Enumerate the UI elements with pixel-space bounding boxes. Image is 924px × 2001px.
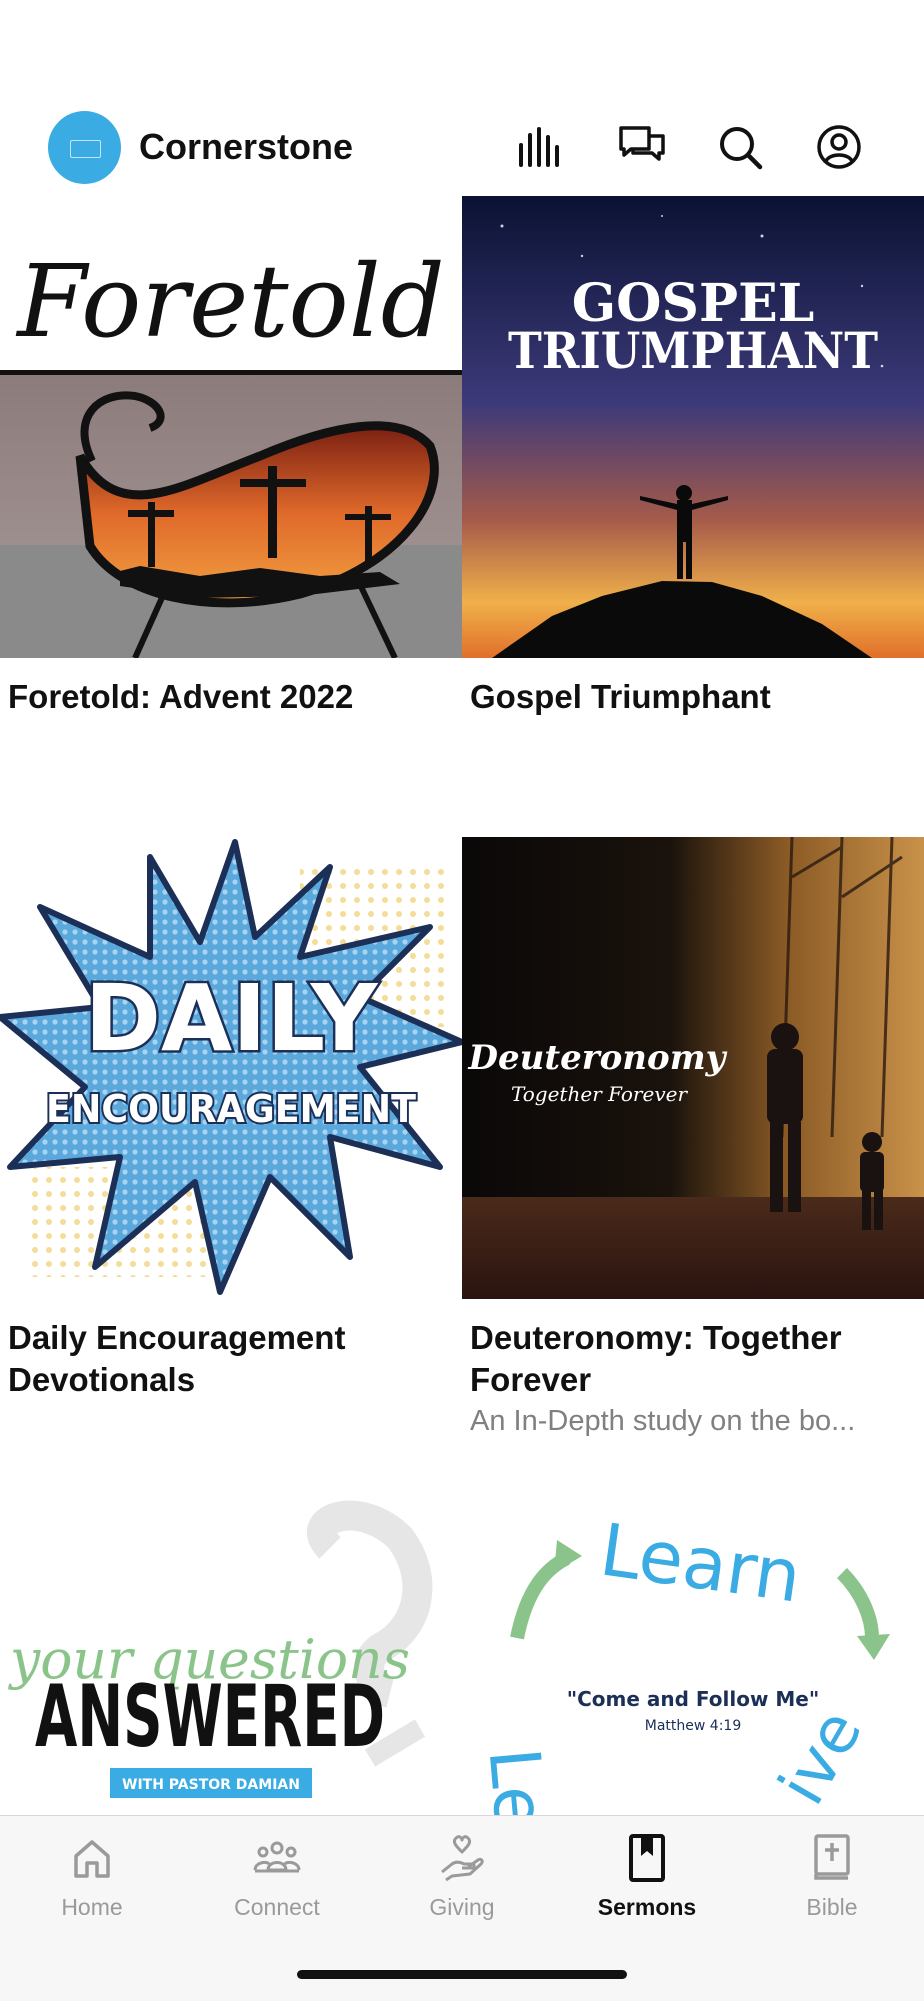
art-text-together-forever: Together Forever — [511, 1082, 688, 1106]
tab-label: Connect — [234, 1894, 320, 1920]
tab-giving[interactable]: Giving — [370, 1816, 554, 1946]
art-text-daily: DAILY — [85, 965, 379, 1072]
art-text-encouragement: ENCOURAGEMENT — [46, 1087, 416, 1131]
art-text-reference: Matthew 4:19 — [645, 1718, 741, 1734]
tab-bible[interactable]: Bible — [740, 1816, 924, 1946]
tab-connect[interactable]: Connect — [185, 1816, 369, 1946]
art-text-quote: "Come and Follow Me" — [567, 1687, 820, 1711]
art-text-answered: ANSWERED — [35, 1667, 385, 1767]
tab-label: Home — [61, 1894, 123, 1920]
church-logo[interactable] — [48, 111, 121, 184]
series-artwork[interactable]: Deuteronomy Together Forever — [462, 837, 924, 1299]
series-artwork[interactable]: GOSPEL TRIUMPHANT — [462, 196, 924, 658]
art-text-deuteronomy: Deuteronomy — [468, 1038, 728, 1078]
art-title-foretold: Foretold — [15, 243, 445, 360]
tab-label: Sermons — [597, 1894, 697, 1920]
logo-mark — [70, 140, 101, 158]
app-header: Cornerstone — [0, 0, 924, 196]
profile-icon[interactable] — [815, 123, 863, 171]
org-name: Cornerstone — [139, 126, 354, 167]
bible-icon — [808, 1834, 856, 1882]
home-icon — [68, 1834, 116, 1882]
tab-label: Bible — [806, 1894, 858, 1920]
series-artwork[interactable]: Learn "Come and Follow Me" Matthew 4:19 … — [462, 1478, 924, 1815]
card-title: Deuteronomy: Together Forever — [470, 1319, 842, 1398]
art-text-triumphant: TRIUMPHANT — [508, 321, 878, 380]
tab-label: Giving — [429, 1894, 495, 1920]
series-artwork[interactable]: DAILY ENCOURAGEMENT — [0, 837, 462, 1299]
giving-icon — [438, 1834, 486, 1882]
series-artwork[interactable]: your questions ANSWERED WITH PASTOR DAMI… — [0, 1478, 462, 1815]
card-subtitle: An In-Depth study on the bo... — [470, 1405, 856, 1437]
tab-sermons[interactable]: Sermons — [555, 1816, 739, 1946]
card-title: Daily Encouragement Devotionals — [8, 1319, 346, 1398]
search-icon[interactable] — [716, 123, 764, 171]
card-title: Gospel Triumphant — [470, 678, 771, 715]
series-artwork[interactable]: Foretold — [0, 196, 462, 658]
bookmark-book-icon — [623, 1834, 671, 1882]
home-indicator — [297, 1970, 627, 1979]
art-text-le: Le — [473, 1745, 562, 1815]
chat-icon[interactable] — [618, 123, 666, 171]
card-title: Foretold: Advent 2022 — [8, 678, 354, 715]
tab-home[interactable]: Home — [0, 1816, 184, 1946]
people-icon — [253, 1834, 301, 1882]
art-text-pastor: WITH PASTOR DAMIAN — [122, 1777, 300, 1793]
live-icon[interactable] — [515, 123, 563, 171]
